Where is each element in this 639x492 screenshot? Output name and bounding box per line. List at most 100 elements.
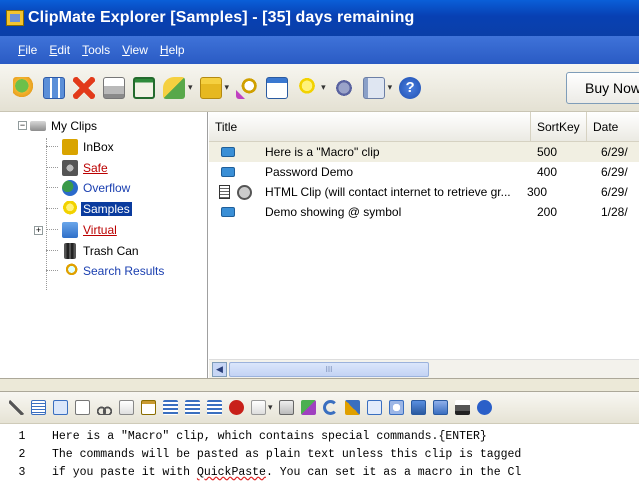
stop-button[interactable] [226,398,246,418]
table-row[interactable]: Here is a "Macro" clip 500 6/29/ [209,142,639,162]
special-char-button[interactable] [248,398,268,418]
pushpin-button[interactable] [10,74,38,102]
chevron-down-icon[interactable]: ▾ [225,82,230,93]
tree-connector [46,187,58,188]
pushpin-icon [13,76,35,99]
copy-button[interactable] [116,398,136,418]
buy-now-button[interactable]: Buy Now [566,72,639,104]
highlight-button[interactable] [299,398,319,418]
format-button[interactable] [360,74,388,102]
paste-icon [140,400,156,415]
menu-tools[interactable]: Tools [82,43,110,57]
tree-item-trash-can[interactable]: Trash Can [62,241,141,261]
column-header-sortkey[interactable]: SortKey [531,112,587,142]
tree-item-virtual[interactable]: Virtual [62,220,119,240]
clip-sortkey: 500 [537,145,558,159]
expand-toggle[interactable]: + [34,226,43,235]
menu-view[interactable]: View [122,43,148,57]
chevron-down-icon[interactable]: ▾ [388,82,393,93]
paste-button[interactable] [160,74,188,102]
tree-item-inbox[interactable]: InBox [62,137,116,157]
clip-date: 6/29/ [601,165,628,179]
copy-clipboard-button[interactable] [130,74,158,102]
list-view-icon [30,400,46,415]
indent-button[interactable] [160,398,180,418]
clip-title: HTML Clip (will contact internet to retr… [265,185,511,199]
table-row[interactable]: Demo showing @ symbol 200 1/28/ [209,202,639,222]
clip-editor[interactable]: 1 Here is a "Macro" clip, which contains… [0,424,639,492]
tree-item-search-results[interactable]: Search Results [62,261,166,281]
text-view-button[interactable] [50,398,70,418]
print-icon [103,76,125,99]
pane-splitter[interactable] [0,378,639,392]
highlight-icon [301,400,317,415]
tree-item-label: My Clips [51,119,98,133]
format-clear-button[interactable] [343,398,363,418]
chevron-down-icon[interactable]: ▾ [268,402,273,413]
paste-icon [163,76,185,99]
tree-item-safe[interactable]: Safe [62,158,110,178]
pin-button[interactable] [6,398,26,418]
folder-move-button[interactable] [197,74,225,102]
menu-help[interactable]: Help [160,43,185,57]
clip-icon [221,147,235,157]
tree-connector [46,146,58,147]
grid-icon [43,76,65,99]
line-text-part: . You can set it as a macro in the Cl [265,466,522,479]
clip-title: Password Demo [265,165,354,179]
window-button[interactable] [263,74,291,102]
clip-sortkey: 200 [537,205,558,219]
table-row[interactable]: HTML Clip (will contact internet to retr… [209,182,639,202]
cut-button[interactable] [94,398,114,418]
delete-button[interactable] [70,74,98,102]
search-button[interactable] [233,74,261,102]
window-icon [266,76,289,99]
document-icon [219,185,230,199]
help-button[interactable]: ? [396,74,424,102]
list-view-button[interactable] [28,398,48,418]
column-header-date[interactable]: Date [587,112,639,142]
chevron-down-icon[interactable]: ▾ [188,82,193,93]
align-button[interactable] [204,398,224,418]
editor-line: 3 if you paste it with QuickPaste. You c… [0,464,639,481]
trash-icon [64,243,76,259]
line-text: The commands will be pasted as plain tex… [52,448,522,461]
drive-icon [30,121,46,131]
list-header: Title SortKey Date [209,112,639,142]
blank-page-button[interactable] [72,398,92,418]
find-button[interactable] [387,398,407,418]
scroll-thumb[interactable]: III [229,362,429,377]
menu-file[interactable]: File [18,43,37,57]
chevron-down-icon[interactable]: ▾ [321,82,326,93]
column-header-title[interactable]: Title [209,112,531,142]
outdent-button[interactable] [182,398,202,418]
tree-item-my-clips[interactable]: My Clips [30,116,99,136]
collapse-toggle[interactable]: − [18,121,27,130]
clipmate-logo-icon [6,10,24,26]
paste-button[interactable] [138,398,158,418]
table-row[interactable]: Password Demo 400 6/29/ [209,162,639,182]
print-button[interactable] [100,74,128,102]
tool-button[interactable] [330,74,358,102]
tree-item-samples[interactable]: Samples [62,199,132,219]
template-button[interactable] [277,398,297,418]
undo-button[interactable] [321,398,341,418]
spellcheck-button[interactable] [365,398,385,418]
menu-edit[interactable]: Edit [49,43,70,57]
grid-button[interactable] [40,74,68,102]
tree-item-label: InBox [83,140,114,154]
html-link-icon [237,184,252,200]
url-button[interactable] [409,398,429,418]
html-button[interactable] [431,398,451,418]
bulb-button[interactable] [293,74,321,102]
horizontal-scrollbar[interactable]: ◀ III [209,359,639,378]
scroll-left-icon[interactable]: ◀ [212,362,227,377]
spellcheck-icon [367,400,383,415]
tree-item-overflow[interactable]: Overflow [62,178,132,198]
print-button[interactable] [453,398,473,418]
help-button[interactable] [475,398,495,418]
tree-connector [46,138,47,290]
line-text: if you paste it with QuickPaste. You can… [44,466,521,479]
copy-icon [118,400,134,415]
misspelled-word: QuickPaste [196,466,266,479]
